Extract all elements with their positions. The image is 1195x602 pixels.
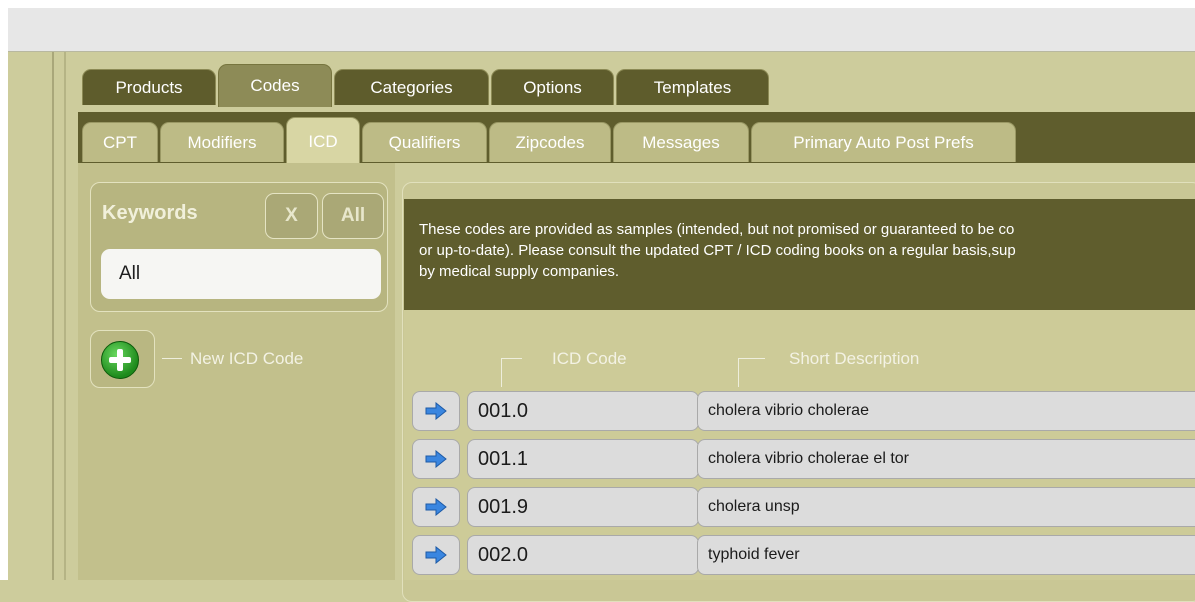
disclaimer-notice: These codes are provided as samples (int…	[404, 199, 1195, 310]
row-open-button[interactable]	[412, 439, 460, 479]
icd-code-cell: 001.9	[467, 487, 699, 527]
column-header-icd-code: ICD Code	[552, 349, 627, 368]
subtab-cpt[interactable]: CPT	[82, 122, 158, 162]
tab-codes[interactable]: Codes	[218, 64, 332, 107]
clear-button[interactable]: X	[265, 193, 318, 239]
subtab-primary-auto-post-prefs[interactable]: Primary Auto Post Prefs	[751, 122, 1016, 162]
window-top-edge	[0, 0, 1195, 8]
add-circle-icon	[101, 341, 139, 379]
subtab-icd[interactable]: ICD	[286, 117, 360, 165]
icd-code-cell: 001.1	[467, 439, 699, 479]
window-left-edge	[0, 0, 8, 580]
arrow-right-icon	[425, 546, 447, 564]
row-open-button[interactable]	[412, 535, 460, 575]
new-icd-code-button[interactable]	[90, 330, 155, 388]
arrow-right-icon	[425, 402, 447, 420]
arrow-right-icon	[425, 450, 447, 468]
subtab-zipcodes[interactable]: Zipcodes	[489, 122, 611, 162]
tab-label: Categories	[370, 77, 453, 97]
notice-line: by medical supply companies.	[419, 263, 620, 280]
keywords-label: Keywords	[102, 202, 198, 224]
arrow-right-icon	[425, 498, 447, 516]
tab-options[interactable]: Options	[491, 69, 614, 105]
table-row[interactable]: 001.1 cholera vibrio cholerae el tor	[410, 437, 1195, 483]
icd-code-cell: 002.0	[467, 535, 699, 575]
divider	[52, 52, 54, 580]
tab-label: Options	[523, 77, 582, 97]
icd-code-cell: 001.0	[467, 391, 699, 431]
divider	[64, 52, 66, 580]
all-button[interactable]: All	[322, 193, 384, 239]
tab-label: Messages	[642, 132, 720, 152]
tab-label: Products	[115, 77, 183, 97]
subtab-messages[interactable]: Messages	[613, 122, 749, 162]
tab-label: Templates	[653, 77, 732, 97]
notice-line: These codes are provided as samples (int…	[419, 221, 1015, 238]
tab-label: ICD	[308, 131, 338, 151]
column-header-short-description: Short Description	[789, 349, 920, 368]
tab-label: Codes	[250, 76, 300, 95]
row-open-button[interactable]	[412, 391, 460, 431]
subtab-modifiers[interactable]: Modifiers	[160, 122, 284, 162]
table-row[interactable]: 001.9 cholera unsp	[410, 485, 1195, 531]
tab-label: Qualifiers	[388, 132, 461, 152]
column-bracket	[501, 358, 522, 387]
notice-line: or up-to-date). Please consult the updat…	[419, 242, 1016, 259]
connector-line	[162, 358, 182, 359]
table-row[interactable]: 001.0 cholera vibrio cholerae	[410, 389, 1195, 435]
tab-label: Primary Auto Post Prefs	[793, 132, 974, 152]
description-cell: typhoid fever	[697, 535, 1195, 575]
tab-label: CPT	[103, 132, 137, 152]
column-bracket	[738, 358, 765, 387]
row-open-button[interactable]	[412, 487, 460, 527]
keywords-input[interactable]	[101, 249, 381, 299]
new-icd-code-label: New ICD Code	[190, 349, 304, 368]
description-cell: cholera vibrio cholerae el tor	[697, 439, 1195, 479]
table-row[interactable]: 002.0 typhoid fever	[410, 533, 1195, 579]
tab-templates[interactable]: Templates	[616, 69, 769, 105]
tab-label: Zipcodes	[515, 132, 585, 152]
tab-categories[interactable]: Categories	[334, 69, 489, 105]
tab-label: Modifiers	[187, 132, 257, 152]
title-bar	[8, 8, 1195, 52]
description-cell: cholera unsp	[697, 487, 1195, 527]
tab-products[interactable]: Products	[82, 69, 216, 105]
subtab-qualifiers[interactable]: Qualifiers	[362, 122, 487, 162]
description-cell: cholera vibrio cholerae	[697, 391, 1195, 431]
